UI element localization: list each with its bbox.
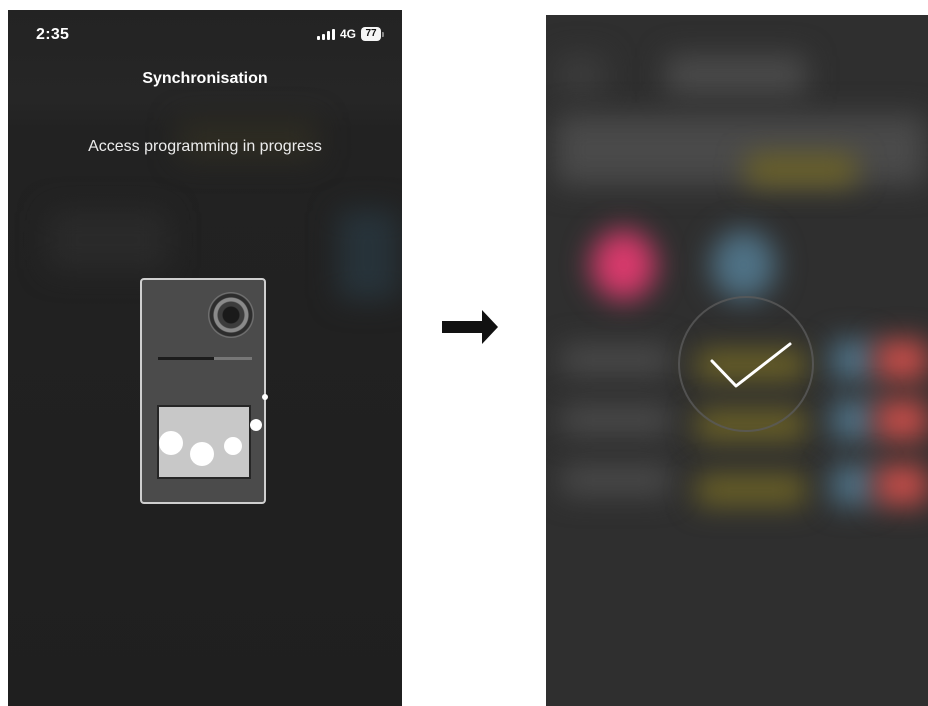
blurred-background-item [48, 210, 168, 270]
blurred-row [561, 405, 671, 435]
blurred-row [876, 465, 928, 505]
checkmark-icon [710, 342, 792, 388]
pulse-dot [224, 437, 242, 455]
blurred-row [831, 340, 876, 380]
pulse-dot [159, 431, 183, 455]
blurred-row [831, 400, 876, 440]
door-entry-panel-illustration [140, 278, 268, 504]
pulse-dot [250, 419, 262, 431]
status-bar: 2:35 4G 77 [8, 10, 402, 56]
blurred-row [876, 340, 928, 380]
blurred-blue-button [711, 230, 776, 300]
blurred-row [876, 400, 928, 440]
blurred-row [696, 475, 806, 505]
blurred-header [556, 55, 606, 95]
blurred-background-item [338, 210, 398, 300]
success-circle [678, 296, 814, 432]
sync-progress-bar [158, 357, 252, 360]
sync-screen: 2:35 4G 77 Synchronisation Access progra… [8, 10, 402, 706]
status-time: 2:35 [36, 26, 70, 43]
sync-complete-screen [546, 15, 928, 706]
right-arrow-icon [442, 310, 498, 344]
signal-bars-icon [316, 28, 335, 40]
status-indicators: 4G 77 [316, 27, 384, 41]
pulse-dot [262, 394, 268, 400]
page-title: Synchronisation [142, 70, 268, 87]
keypad-panel [157, 405, 251, 479]
battery-icon: 77 [361, 27, 384, 41]
pulse-dot [190, 442, 214, 466]
blurred-row [561, 345, 671, 375]
blurred-header [666, 55, 806, 95]
blurred-banner-accent [746, 155, 856, 185]
camera-lens-icon [208, 292, 254, 338]
blurred-banner [556, 115, 926, 185]
battery-level: 77 [361, 27, 381, 41]
network-type: 4G [339, 27, 356, 41]
status-message: Access programming in progress [88, 138, 322, 155]
blurred-row [561, 465, 671, 495]
sync-progress-fill [158, 357, 215, 360]
blurred-pink-button [591, 230, 656, 300]
blurred-row [831, 465, 876, 505]
